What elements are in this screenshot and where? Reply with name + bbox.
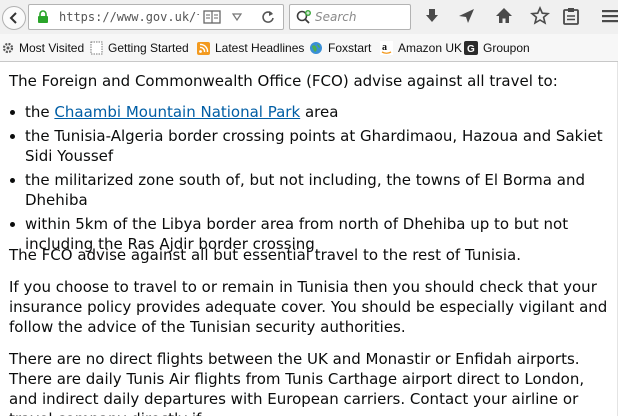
essential-travel-paragraph: The FCO advise against all but essential…	[9, 246, 521, 264]
gear-icon	[2, 42, 14, 54]
search-input[interactable]: Search	[315, 10, 357, 24]
menu-button[interactable]	[600, 6, 618, 26]
back-arrow-icon	[9, 12, 17, 24]
bookmark-label: Getting Started	[108, 41, 189, 55]
clipboard-icon	[563, 8, 579, 25]
lock-icon	[38, 10, 48, 23]
back-button[interactable]	[2, 6, 26, 30]
reader-view-icon[interactable]	[203, 9, 221, 25]
bookmark-getting-started[interactable]: Getting Started	[90, 39, 189, 57]
bookmark-label: Most Visited	[19, 41, 85, 55]
url-text[interactable]: https://www.gov.uk/forei	[59, 10, 199, 24]
download-icon	[426, 9, 438, 22]
svg-text:G: G	[467, 44, 475, 55]
chevron-down-icon[interactable]	[231, 11, 243, 23]
search-icon	[296, 10, 311, 24]
list-item: the Tunisia-Algeria border crossing poin…	[9, 126, 609, 166]
browser-toolbar: https://www.gov.uk/forei Search	[0, 0, 618, 34]
intro-paragraph: The Foreign and Commonwealth Office (FCO…	[9, 72, 558, 90]
bookmark-star-button[interactable]	[530, 6, 550, 26]
reload-icon[interactable]	[261, 10, 275, 24]
list-item: the militarized zone south of, but not i…	[9, 170, 609, 210]
bookmark-most-visited[interactable]: Most Visited	[2, 39, 84, 57]
bookmark-label: Amazon UK	[398, 41, 463, 55]
page-icon	[90, 41, 103, 55]
svg-text:a: a	[382, 42, 387, 53]
amazon-icon: a	[380, 41, 393, 55]
travel-advice-list: the Chaambi Mountain National Park area …	[9, 102, 609, 258]
national-park-link[interactable]: Chaambi Mountain National Park	[54, 103, 300, 121]
send-arrow-icon	[459, 9, 474, 23]
downloads-button[interactable]	[422, 6, 442, 26]
bookmark-label: Groupon	[483, 41, 530, 55]
list-item-text: area	[300, 103, 339, 121]
search-bar[interactable]: Search	[289, 4, 411, 30]
url-bar[interactable]: https://www.gov.uk/forei	[28, 4, 284, 30]
globe-icon	[310, 42, 322, 54]
groupon-icon: G	[464, 41, 478, 55]
rss-icon	[197, 42, 210, 55]
bookmark-latest-headlines[interactable]: Latest Headlines	[197, 39, 304, 57]
flights-paragraph: There are no direct flights between the …	[9, 350, 585, 416]
bookmark-foxstart[interactable]: Foxstart	[309, 39, 371, 57]
bookmark-amazon-uk[interactable]: a Amazon UK	[380, 39, 462, 57]
hamburger-menu-icon	[602, 10, 618, 23]
list-item-text: the	[25, 103, 55, 121]
bookmark-label: Foxstart	[328, 41, 372, 55]
bookmark-label: Latest Headlines	[215, 41, 305, 55]
bookmark-groupon[interactable]: G Groupon	[464, 39, 530, 57]
bookmarks-menu-button[interactable]	[561, 6, 581, 26]
bookmarks-toolbar: Most Visited Getting Started Latest Head…	[0, 34, 618, 62]
star-icon	[530, 6, 550, 25]
send-button[interactable]	[457, 6, 477, 26]
insurance-paragraph: If you choose to travel to or remain in …	[9, 278, 608, 336]
home-icon	[496, 8, 512, 23]
page-content: The Foreign and Commonwealth Office (FCO…	[0, 62, 618, 416]
home-button[interactable]	[494, 6, 514, 26]
list-item: the Chaambi Mountain National Park area	[9, 102, 609, 122]
